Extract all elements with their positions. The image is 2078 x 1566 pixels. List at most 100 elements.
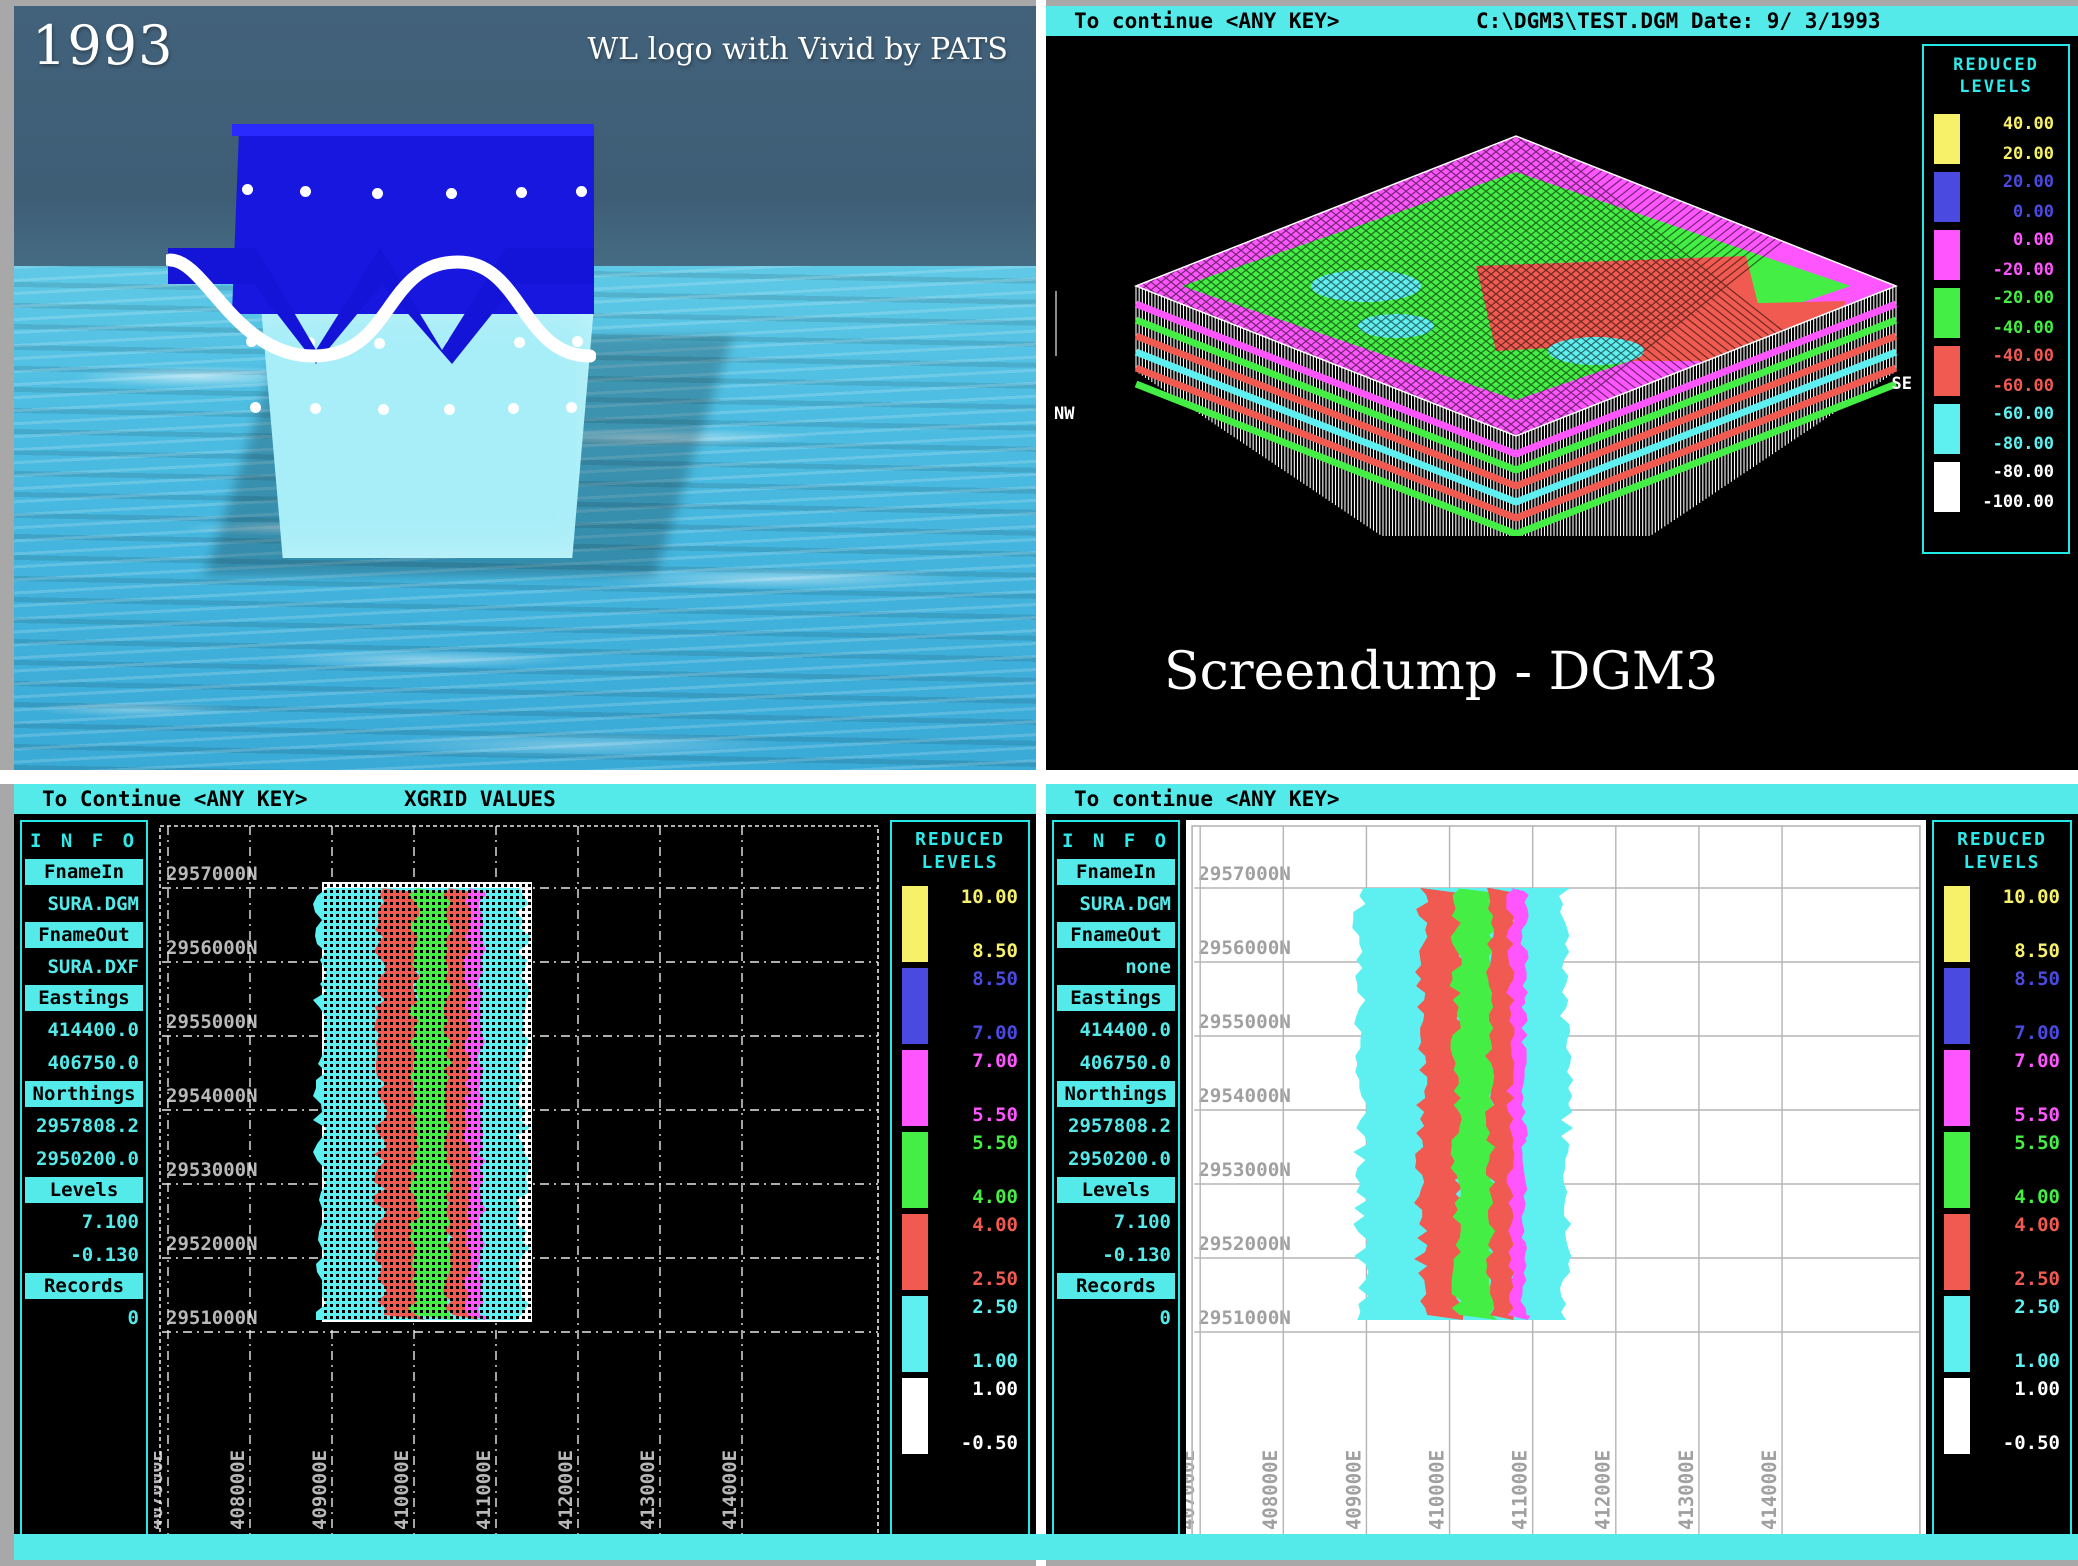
- logo-dot-grid: [14, 6, 1036, 770]
- legend-value-high: 8.50: [2014, 968, 2060, 990]
- y-axis-label: 2957000N: [166, 863, 258, 885]
- legend-swatch: [1934, 462, 1960, 512]
- x-axis-label: 411000E: [1508, 1450, 1531, 1530]
- legend-swatch: [1944, 1378, 1970, 1454]
- y-axis-label: 2951000N: [1198, 1306, 1291, 1329]
- plot-bottom-right: 2957000N 2956000N 2955000N 2954000N 2953000N…: [1176, 820, 1926, 1554]
- legend-value-high: 4.00: [2014, 1214, 2060, 1236]
- y-axis-label: 2956000N: [1198, 936, 1291, 959]
- y-axis-label: 2951000N: [166, 1307, 258, 1329]
- statusbar-file-date: C:\DGM3\TEST.DGM Date: 9/ 3/1993: [1476, 9, 1881, 33]
- statusbar-bottom-left: To Continue <ANY KEY> XGRID VALUES: [14, 784, 1036, 814]
- legend-value-low: 5.50: [972, 1104, 1018, 1126]
- x-axis-label: 412000E: [555, 1450, 577, 1530]
- screenshot-root: 1993 WL logo with Vivid by PATS To conti…: [0, 0, 2078, 1566]
- plot-canvas: 2957000N 2956000N 2955000N 2954000N 2953000N…: [1176, 820, 1926, 1554]
- statusbar-continue-text: To continue <ANY KEY>: [1074, 787, 1340, 811]
- horizontal-divider: [0, 770, 2078, 784]
- legend-swatch: [1944, 1214, 1970, 1290]
- x-axis-label: 413000E: [1675, 1450, 1698, 1530]
- legend-value-high: 2.50: [2014, 1296, 2060, 1318]
- legend-entry: 5.50 4.00: [1938, 1132, 2066, 1208]
- info-value: -0.130: [1102, 1244, 1171, 1266]
- info-value: 0: [127, 1307, 139, 1329]
- legend-value-high: 1.00: [972, 1378, 1018, 1400]
- info-value: SURA.DXF: [47, 956, 139, 978]
- render-caption: WL logo with Vivid by PATS: [587, 32, 1008, 67]
- legend-value-low: -0.50: [960, 1432, 1018, 1454]
- legend-swatch: [1944, 1050, 1970, 1126]
- legend-value-high: 5.50: [2014, 1132, 2060, 1154]
- legend-value-high: 0.00: [2013, 230, 2054, 250]
- info-value: -0.130: [70, 1244, 139, 1266]
- legend-swatch: [1944, 1296, 1970, 1372]
- legend-entry: 8.50 7.00: [1938, 968, 2066, 1044]
- legend-value-low: -60.00: [1992, 376, 2054, 396]
- statusbar-bottom-right: To continue <ANY KEY>: [1046, 784, 2078, 814]
- legend-swatch: [1934, 346, 1960, 396]
- legend-swatch: [1944, 1132, 1970, 1208]
- info-key: Eastings: [25, 985, 143, 1011]
- statusbar-top-right: To continue <ANY KEY> C:\DGM3\TEST.DGM D…: [1046, 6, 2078, 36]
- info-value: none: [1125, 956, 1171, 978]
- legend-swatch: [902, 1050, 928, 1126]
- legend-entry: 5.50 4.00: [896, 1132, 1024, 1208]
- legend-swatch: [902, 886, 928, 962]
- legend-bottom-left: REDUCED LEVELS 10.00 8.50 8.50 7.00 7.00 5.50…: [890, 820, 1030, 1554]
- legend-entry: 2.50 1.00: [1938, 1296, 2066, 1372]
- info-panel-bottom-left: I N F O FnameIn SURA.DGM FnameOut SURA.DXF E…: [20, 820, 148, 1554]
- legend-value-high: 5.50: [972, 1132, 1018, 1154]
- info-key: Records: [1057, 1273, 1175, 1299]
- bottom-cyan-strip: [14, 1534, 2078, 1560]
- year-label: 1993: [32, 14, 174, 77]
- info-value: 7.100: [1113, 1211, 1171, 1233]
- legend-value-high: 20.00: [2002, 172, 2054, 192]
- legend-entry: 1.00 -0.50: [1938, 1378, 2066, 1454]
- legend-value-high: 7.00: [2014, 1050, 2060, 1072]
- legend-swatch: [902, 1214, 928, 1290]
- plot-bottom-left: 2957000N 2956000N 2955000N 2954000N 2953000N…: [145, 820, 884, 1554]
- info-title: I N F O: [29, 830, 139, 852]
- legend-value-low: 0.00: [2013, 202, 2054, 222]
- panel-3d-model: To continue <ANY KEY> C:\DGM3\TEST.DGM D…: [1046, 6, 2078, 770]
- legend-swatch: [902, 1296, 928, 1372]
- legend-entry: 20.00 0.00: [1930, 172, 2062, 222]
- y-axis-label: 2953000N: [1198, 1158, 1291, 1181]
- legend-value-low: 8.50: [2014, 940, 2060, 962]
- panel-logo-render: 1993 WL logo with Vivid by PATS: [14, 6, 1036, 770]
- info-value: SURA.DGM: [1079, 893, 1171, 915]
- panel-plot-white: To continue <ANY KEY> I N F O FnameIn SUR…: [1046, 784, 2078, 1560]
- wl-ribbon-logo: [166, 238, 596, 368]
- info-rows: FnameIn SURA.DGM FnameOut SURA.DXF Eastings 4…: [25, 859, 143, 1333]
- x-axis-label: 408000E: [1259, 1450, 1282, 1530]
- bl-body: To Continue <ANY KEY> XGRID VALUES I N F…: [14, 784, 1036, 1560]
- info-value: 2957808.2: [1068, 1115, 1171, 1137]
- legend-value-high: -60.00: [1992, 404, 2054, 424]
- legend-value-high: 10.00: [960, 886, 1018, 908]
- contour-data: [1352, 888, 1574, 1320]
- legend-entry: 2.50 1.00: [896, 1296, 1024, 1372]
- legend-entry: 8.50 7.00: [896, 968, 1024, 1044]
- info-key: Levels: [25, 1177, 143, 1203]
- legend-swatch: [1934, 172, 1960, 222]
- legend-top-right: REDUCED LEVELS 40.00 20.00 20.00 0.00 0.00 -2…: [1922, 44, 2070, 554]
- x-axis-label: 410000E: [391, 1450, 413, 1530]
- info-key: Northings: [25, 1081, 143, 1107]
- legend-swatch: [902, 1132, 928, 1208]
- x-axis-label: 410000E: [1425, 1450, 1448, 1530]
- x-axis-label: 409000E: [1342, 1450, 1365, 1530]
- legend-value-low: 1.00: [2014, 1350, 2060, 1372]
- info-key: FnameIn: [25, 859, 143, 885]
- legend-entry: -80.00 -100.00: [1930, 462, 2062, 512]
- br-body: To continue <ANY KEY> I N F O FnameIn SUR…: [1046, 784, 2078, 1560]
- screendump-caption: Screendump - DGM3: [1164, 642, 1719, 702]
- y-axis-label: 2956000N: [166, 937, 258, 959]
- info-value: 406750.0: [1079, 1052, 1171, 1074]
- statusbar-mode-text: XGRID VALUES: [404, 787, 556, 811]
- legend-value-low: 20.00: [2002, 144, 2054, 164]
- legend-swatch: [1934, 404, 1960, 454]
- legend-value-low: 2.50: [972, 1268, 1018, 1290]
- info-key: Northings: [1057, 1081, 1175, 1107]
- legend-value-high: -40.00: [1992, 346, 2054, 366]
- legend-value-high: 4.00: [972, 1214, 1018, 1236]
